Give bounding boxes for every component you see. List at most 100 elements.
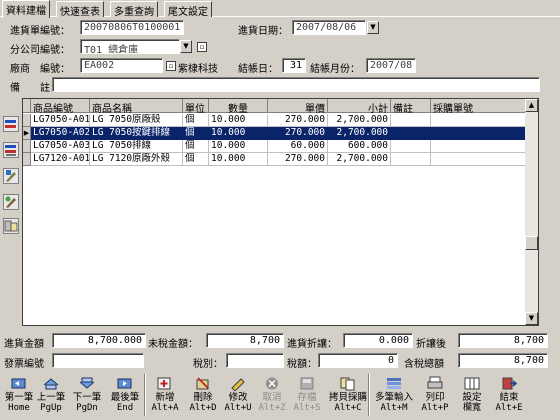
scroll-up-icon[interactable]: ▲ <box>525 99 538 112</box>
first-record-button[interactable]: 第一筆 Home <box>4 374 34 416</box>
col-header-qty[interactable]: 數量 <box>209 99 268 113</box>
vendor-code-field[interactable]: EA002 <box>80 58 163 73</box>
add-button[interactable]: 新增 Alt+A <box>148 374 182 416</box>
cell-subtotal[interactable]: 2,700.000 <box>328 114 391 127</box>
grid-vertical-scrollbar[interactable]: ▲ ▼ <box>525 99 538 325</box>
side-tool-5-icon[interactable] <box>3 218 19 234</box>
cell-note[interactable] <box>391 153 431 166</box>
close-month-label: 結帳月份： <box>310 64 360 75</box>
multi-input-button[interactable]: 多筆輸入 Alt+M <box>372 374 416 416</box>
cell-name[interactable]: LG 7050原廠殼 <box>90 114 183 127</box>
cell-po[interactable] <box>431 114 526 127</box>
cell-qty[interactable]: 10.000 <box>209 127 268 140</box>
scroll-down-icon[interactable]: ▼ <box>525 312 538 325</box>
cell-name[interactable]: LG 7050排線 <box>90 140 183 153</box>
tab-quick-lookup[interactable]: 快速查表 <box>56 1 104 18</box>
note-field[interactable] <box>52 77 540 92</box>
branch-lookup-icon[interactable]: ▫ <box>197 42 207 52</box>
row-indicator-icon[interactable] <box>23 114 31 127</box>
cell-note[interactable] <box>391 114 431 127</box>
toolbar-button-shortcut: Alt+P <box>421 403 449 413</box>
table-row[interactable]: LG7050-A03 LG 7050排線個 10.000 60.000 600.000 <box>23 140 533 153</box>
col-header-unit[interactable]: 單位 <box>183 99 209 113</box>
cell-price[interactable]: 270.000 <box>268 127 328 140</box>
col-header-code[interactable]: 商品編號 <box>31 99 90 113</box>
tab-multi-query[interactable]: 多重查詢 <box>110 1 158 18</box>
tax-type-field[interactable] <box>226 353 284 368</box>
cell-price[interactable]: 270.000 <box>268 114 328 127</box>
cell-unit[interactable]: 個 <box>183 114 209 127</box>
delete-button[interactable]: 刪除 Alt+D <box>186 374 220 416</box>
column-width-icon <box>463 376 481 391</box>
cell-price[interactable]: 270.000 <box>268 153 328 166</box>
side-tool-3-icon[interactable] <box>3 168 19 184</box>
cell-qty[interactable]: 10.000 <box>209 114 268 127</box>
cell-note[interactable] <box>391 140 431 153</box>
table-row[interactable]: ▶ LG7050-A02 LG 7050按鍵排線個 10.000 270.000 2,70… <box>23 127 533 140</box>
cell-price[interactable]: 60.000 <box>268 140 328 153</box>
last-record-button[interactable]: 最後筆 End <box>107 374 143 416</box>
row-indicator-icon[interactable] <box>23 140 31 153</box>
close-day-field[interactable]: 31 <box>282 58 306 73</box>
table-row[interactable]: LG7050-A01 LG 7050原廠殼個 10.000 270.000 2,700.… <box>23 114 533 127</box>
vendor-lookup-icon[interactable]: ▫ <box>166 61 176 71</box>
exit-button[interactable]: 結束 Alt+E <box>492 374 526 416</box>
discount-field[interactable]: 0.000 <box>343 333 413 348</box>
row-indicator-icon[interactable] <box>23 153 31 166</box>
cell-subtotal[interactable]: 600.000 <box>328 140 391 153</box>
close-month-field[interactable]: 2007/08 <box>366 58 416 73</box>
tab-data-entry[interactable]: 資料建檔 <box>2 0 50 18</box>
cell-qty[interactable]: 10.000 <box>209 153 268 166</box>
branch-dropdown-icon[interactable]: ▼ <box>180 40 192 53</box>
order-no-field[interactable]: 20070806T0100001 <box>80 20 184 35</box>
cell-unit[interactable]: 個 <box>183 140 209 153</box>
side-tool-2-icon[interactable] <box>3 142 19 158</box>
cell-po[interactable] <box>431 140 526 153</box>
cell-code[interactable]: LG7050-A01 <box>31 114 90 127</box>
col-header-subtotal[interactable]: 小計 <box>328 99 391 113</box>
next-record-button[interactable]: 下一筆 PgDn <box>69 374 105 416</box>
table-row[interactable]: LG7120-A01 LG 7120原廠外殼個 10.000 270.000 2,700… <box>23 153 533 166</box>
cell-name[interactable]: LG 7120原廠外殼 <box>90 153 183 166</box>
cell-po[interactable] <box>431 127 526 140</box>
cell-name[interactable]: LG 7050按鍵排線 <box>90 127 183 140</box>
cell-unit[interactable]: 個 <box>183 127 209 140</box>
branch-field[interactable]: T01 總倉庫 <box>80 39 180 54</box>
row-indicator-icon[interactable]: ▶ <box>23 127 31 140</box>
cell-subtotal[interactable]: 2,700.000 <box>328 127 391 140</box>
col-header-price[interactable]: 單價 <box>268 99 328 113</box>
column-width-button[interactable]: 設定 欄寬 <box>455 374 489 416</box>
cell-subtotal[interactable]: 2,700.000 <box>328 153 391 166</box>
side-tool-1-icon[interactable] <box>3 116 19 132</box>
cell-code[interactable]: LG7120-A01 <box>31 153 90 166</box>
items-grid[interactable]: 商品編號 商品名稱 單位 數量 單價 小計 備註 採購單號 LG7050-A01… <box>22 98 539 326</box>
side-tool-4-icon[interactable] <box>3 194 19 210</box>
toolbar-button-label: 最後筆 <box>110 392 140 403</box>
order-no-label: 進貨單編號： <box>10 26 70 37</box>
cell-code[interactable]: LG7050-A02 <box>31 127 90 140</box>
col-header-po[interactable]: 採購單號 <box>431 99 526 113</box>
print-button[interactable]: 列印 Alt+P <box>418 374 452 416</box>
scroll-thumb[interactable] <box>525 236 538 250</box>
date-field[interactable]: 2007/08/06 <box>292 20 366 35</box>
prev-record-button[interactable]: 上一筆 PgUp <box>34 374 68 416</box>
cell-po[interactable] <box>431 153 526 166</box>
col-header-name[interactable]: 商品名稱 <box>90 99 183 113</box>
invoice-field[interactable] <box>52 353 144 368</box>
toolbar-button-shortcut: Alt+S <box>293 403 321 413</box>
copy-purchase-button[interactable]: 拷貝採購 Alt+C <box>327 374 369 416</box>
cell-note[interactable] <box>391 127 431 140</box>
cell-unit[interactable]: 個 <box>183 153 209 166</box>
toolbar-button-shortcut: PgDn <box>76 403 98 413</box>
date-dropdown-icon[interactable]: ▼ <box>367 21 379 34</box>
save-button[interactable]: 存檔 Alt+S <box>290 374 324 416</box>
tab-footer-settings[interactable]: 尾文設定 <box>164 1 212 18</box>
cell-code[interactable]: LG7050-A03 <box>31 140 90 153</box>
cancel-button[interactable]: 取消 Alt+Z <box>256 374 288 416</box>
edit-button[interactable]: 修改 Alt+U <box>222 374 254 416</box>
total-label: 含稅總額 <box>404 359 444 370</box>
col-header-note[interactable]: 備註 <box>391 99 431 113</box>
discount-label: 進貨折讓： <box>287 339 337 350</box>
cancel-icon <box>263 376 281 391</box>
cell-qty[interactable]: 10.000 <box>209 140 268 153</box>
